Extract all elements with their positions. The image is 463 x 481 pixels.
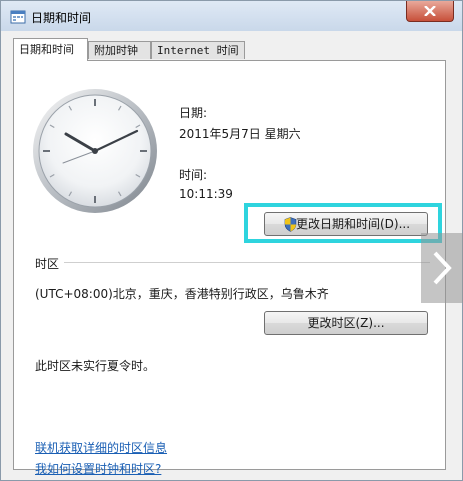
timezone-separator [64,262,430,263]
tab-internet-time[interactable]: Internet 时间 [151,41,245,59]
chevron-right-icon [433,251,452,285]
time-value: 10:11:39 [179,187,233,201]
window-title: 日期和时间 [31,11,92,25]
tab-additional-clocks[interactable]: 附加时钟 [88,41,151,59]
close-button[interactable] [406,1,454,22]
close-icon [424,6,436,16]
change-date-time-button[interactable]: 更改日期和时间(D)... [264,212,428,236]
date-time-window: 日期和时间 日期和时间 附加时钟 Internet 时间 日期: 2011年5月… [0,0,463,481]
uac-shield-icon [284,217,297,232]
online-timezone-info-link[interactable]: 联机获取详细的时区信息 [35,439,167,456]
next-arrow-overlay[interactable] [421,233,463,303]
change-timezone-button[interactable]: 更改时区(Z)... [264,311,428,335]
date-label: 日期: [179,106,208,120]
how-to-set-clock-link[interactable]: 我如何设置时钟和时区? [35,460,161,477]
analog-clock-icon [33,89,157,213]
change-date-time-label: 更改日期和时间(D)... [295,217,411,231]
date-value: 2011年5月7日 星期六 [179,127,301,141]
time-label: 时间: [179,168,208,182]
date-time-app-icon [10,10,26,24]
dst-note: 此时区未实行夏令时。 [35,359,156,373]
tab-date-and-time[interactable]: 日期和时间 [13,38,88,61]
title-bar[interactable]: 日期和时间 [1,1,462,31]
timezone-value: (UTC+08:00)北京，重庆，香港特别行政区，乌鲁木齐 [35,287,329,301]
timezone-section-label: 时区 [35,257,60,271]
